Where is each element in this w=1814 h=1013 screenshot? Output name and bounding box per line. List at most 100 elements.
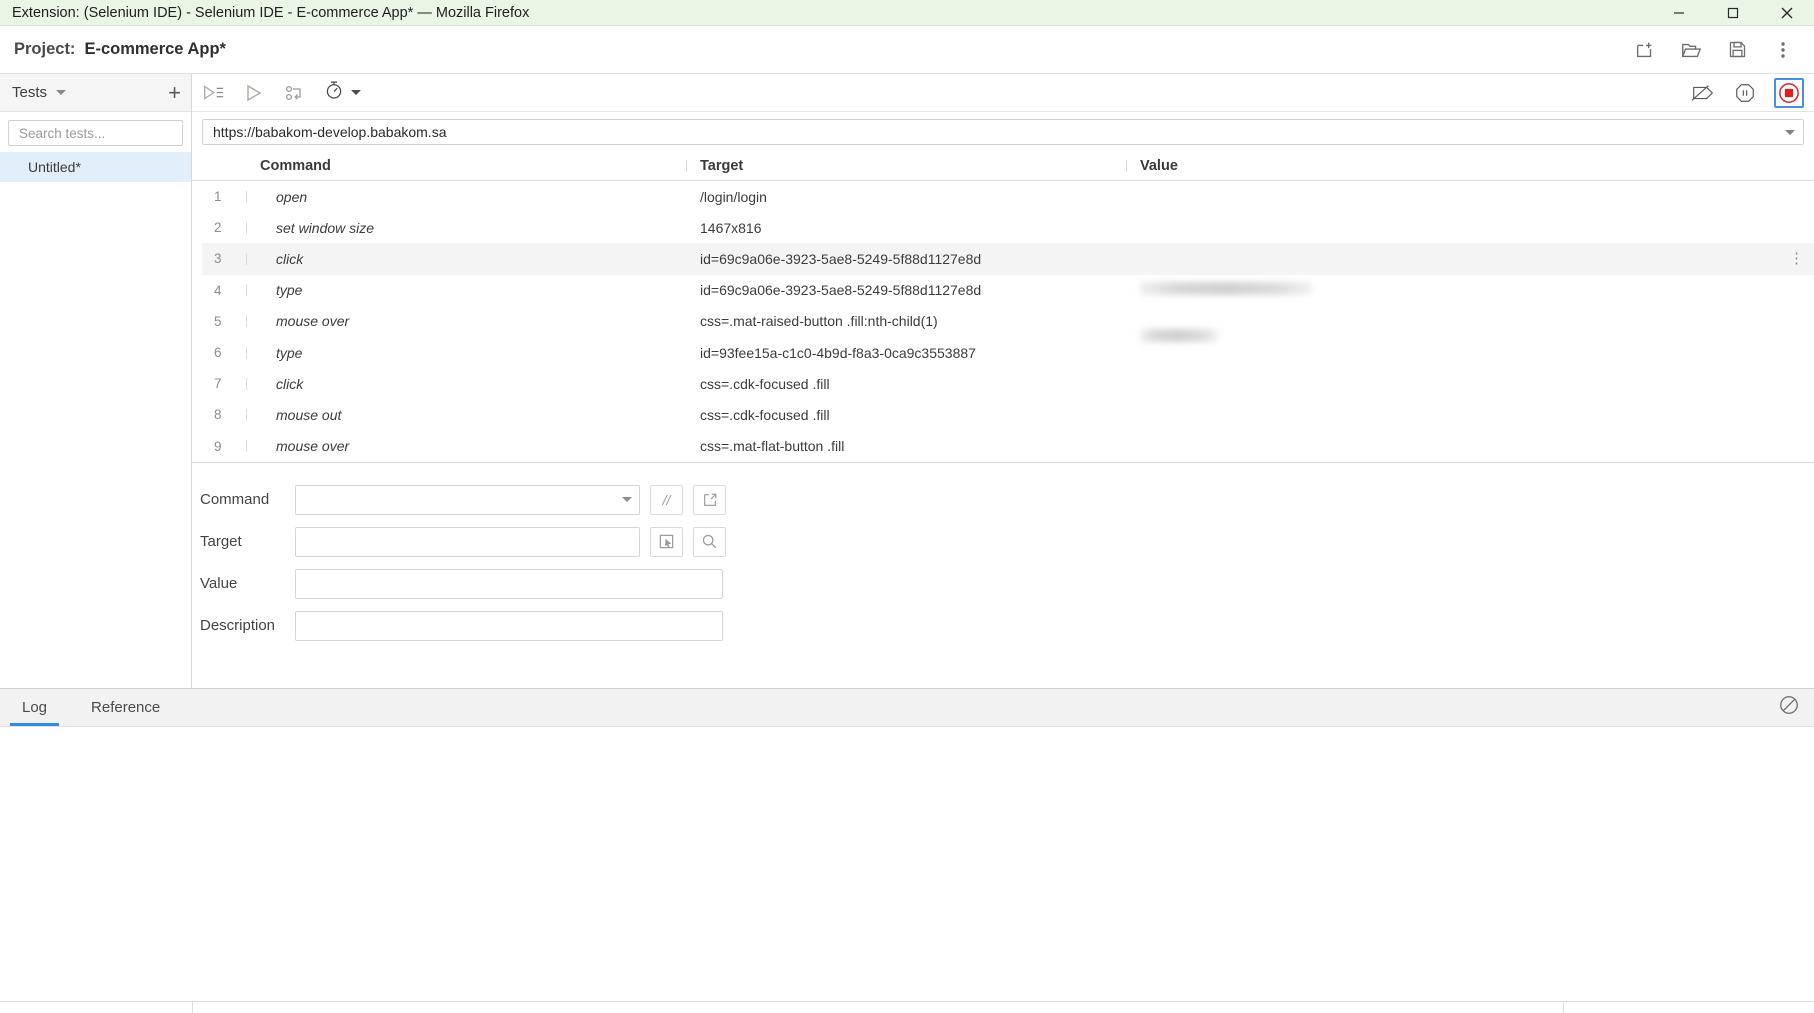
close-window-button[interactable]: [1760, 0, 1814, 25]
window-controls: [1652, 0, 1814, 25]
target-field[interactable]: [295, 526, 640, 557]
table-row[interactable]: 4 type id=69c9a06e-3923-5ae8-5249-5f88d112…: [202, 275, 1814, 306]
row-number: 2: [214, 220, 222, 236]
minimize-window-button[interactable]: [1652, 0, 1706, 25]
row-target[interactable]: css=.mat-flat-button .fill: [686, 438, 1126, 454]
description-field[interactable]: [295, 610, 723, 641]
chevron-down-icon[interactable]: [622, 497, 632, 503]
table-row[interactable]: 9 mouse over css=.mat-flat-button .fill: [202, 431, 1814, 462]
disable-breakpoints-icon[interactable]: [1690, 80, 1716, 106]
base-url-box[interactable]: [202, 119, 1804, 145]
project-name[interactable]: E-commerce App*: [84, 40, 226, 59]
row-number: 4: [214, 282, 222, 298]
target-field-label: Target: [200, 533, 242, 551]
row-number: 7: [214, 376, 222, 392]
value-field[interactable]: [295, 568, 723, 599]
search-tests-input[interactable]: [17, 124, 198, 142]
row-target[interactable]: /login/login: [686, 189, 1126, 205]
row-command[interactable]: mouse over: [246, 438, 686, 454]
tests-list: Untitled*: [0, 152, 191, 688]
execution-toolbar: [192, 74, 1814, 112]
row-command[interactable]: type: [246, 345, 686, 361]
step-over-icon[interactable]: [282, 80, 308, 106]
form-row-target: Target: [192, 526, 1814, 557]
row-command[interactable]: open: [246, 189, 686, 205]
row-target[interactable]: id=93fee15a-c1c0-4b9d-f8a3-0ca9c3553887: [686, 345, 1126, 361]
toggle-comment-button[interactable]: //: [650, 484, 683, 515]
value-input[interactable]: [303, 574, 715, 593]
tab-log[interactable]: Log: [0, 689, 69, 726]
clear-log-icon: [1778, 694, 1800, 721]
command-table-header: Command Target Value: [192, 151, 1814, 181]
table-row[interactable]: 6 type id=93fee15a-c1c0-4b9d-f8a3-0ca9c355…: [202, 328, 1814, 368]
row-target[interactable]: css=.cdk-focused .fill: [686, 376, 1126, 392]
row-target[interactable]: id=69c9a06e-3923-5ae8-5249-5f88d1127e8d: [686, 282, 1126, 298]
row-number: 8: [214, 407, 222, 423]
log-tabs: Log Reference: [0, 689, 1814, 727]
row-menu-icon[interactable]: ⋮: [1789, 251, 1804, 266]
tests-sidebar: Tests + Untitled*: [0, 74, 213, 688]
open-project-icon[interactable]: [1678, 37, 1704, 63]
row-command[interactable]: click: [246, 376, 686, 392]
chevron-down-icon[interactable]: [56, 90, 67, 95]
row-command[interactable]: type: [246, 282, 686, 298]
chevron-down-icon[interactable]: [1785, 129, 1795, 135]
base-url-input[interactable]: [211, 123, 1785, 141]
run-current-test-icon[interactable]: [241, 80, 267, 106]
description-field-label: Description: [200, 617, 276, 635]
search-tests-box[interactable]: [8, 120, 213, 146]
row-target[interactable]: id=69c9a06e-3923-5ae8-5249-5f88d1127e8d: [686, 251, 1126, 267]
row-target[interactable]: 1467x816: [686, 220, 1126, 236]
test-list-item[interactable]: Untitled*: [0, 152, 191, 182]
log-panel: Log Reference: [0, 688, 1814, 1013]
project-bar: Project: E-commerce App*: [0, 26, 1814, 74]
add-test-button[interactable]: +: [168, 81, 181, 104]
record-button[interactable]: [1774, 77, 1804, 108]
execution-toolbar-right: [1690, 77, 1804, 108]
header-value: Value: [1126, 158, 1814, 174]
status-divider: [1563, 1002, 1564, 1013]
run-all-tests-icon[interactable]: [200, 80, 226, 106]
row-number: 5: [214, 313, 222, 329]
row-command[interactable]: set window size: [246, 220, 686, 236]
table-row[interactable]: 2 set window size 1467x816: [202, 212, 1814, 243]
row-command[interactable]: mouse over: [246, 313, 686, 329]
table-row[interactable]: 1 open/login/login: [202, 181, 1814, 212]
row-target[interactable]: css=.mat-raised-button .fill:nth-child(1…: [686, 313, 1126, 329]
row-number: 6: [214, 345, 222, 361]
row-number: 3: [214, 251, 222, 267]
command-select[interactable]: [295, 484, 640, 515]
find-target-button[interactable]: [693, 526, 726, 557]
tab-log-label: Log: [22, 699, 48, 716]
test-list-item-label: Untitled*: [28, 159, 81, 175]
target-input[interactable]: [303, 532, 632, 551]
value-field-label: Value: [200, 575, 238, 593]
form-row-command: Command //: [192, 484, 1814, 515]
new-project-icon[interactable]: [1632, 37, 1658, 63]
row-command[interactable]: click: [246, 251, 686, 267]
table-row[interactable]: 3 click id=69c9a06e-3923-5ae8-5249-5f88d11…: [202, 243, 1814, 275]
table-row[interactable]: 8 mouse out css=.cdk-focused .fill: [202, 399, 1814, 430]
command-input[interactable]: [303, 490, 613, 509]
redacted-value: redacted-password-value: [1140, 328, 1218, 342]
command-field-label: Command: [200, 491, 270, 509]
status-divider: [192, 1002, 193, 1013]
test-execution-speed-icon: [323, 79, 345, 106]
row-command[interactable]: mouse out: [246, 407, 686, 423]
more-options-icon[interactable]: [1770, 37, 1796, 63]
row-target[interactable]: css=.cdk-focused .fill: [686, 407, 1126, 423]
project-actions: [1632, 37, 1800, 63]
pause-icon[interactable]: [1732, 80, 1758, 106]
select-target-in-page-button[interactable]: [650, 526, 683, 557]
maximize-window-button[interactable]: [1706, 0, 1760, 25]
tab-reference[interactable]: Reference: [69, 689, 182, 726]
row-value[interactable]: redacted-email-value: [1126, 282, 1814, 298]
save-project-icon[interactable]: [1724, 37, 1750, 63]
open-command-docs-button[interactable]: [693, 484, 726, 515]
tests-sidebar-header: Tests +: [0, 74, 191, 112]
table-row[interactable]: 7 click css=.cdk-focused .fill: [202, 368, 1814, 399]
execution-speed-control[interactable]: [323, 79, 361, 106]
clear-log-button[interactable]: [1778, 689, 1814, 726]
description-input[interactable]: [303, 616, 715, 635]
header-command: Command: [260, 157, 331, 174]
